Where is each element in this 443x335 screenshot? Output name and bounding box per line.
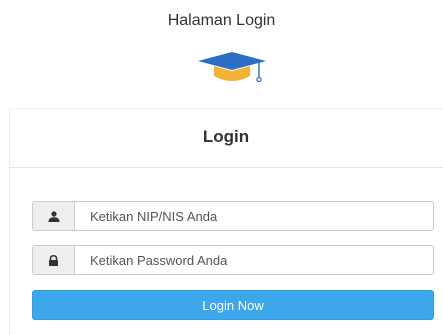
nip-nis-input[interactable]	[75, 202, 433, 230]
password-input-group	[32, 245, 434, 275]
lock-icon	[33, 246, 75, 274]
login-now-button[interactable]: Login Now	[32, 290, 434, 320]
user-icon	[33, 202, 75, 230]
login-heading: Login	[202, 127, 250, 146]
card-border-top	[9, 108, 443, 109]
page-title: Halaman Login	[167, 12, 276, 29]
password-input[interactable]	[75, 246, 433, 274]
graduation-cap-icon	[198, 52, 266, 83]
username-input-group	[32, 201, 434, 231]
card-divider	[9, 167, 443, 168]
login-page: Halaman Login Login Login Now	[0, 0, 443, 335]
